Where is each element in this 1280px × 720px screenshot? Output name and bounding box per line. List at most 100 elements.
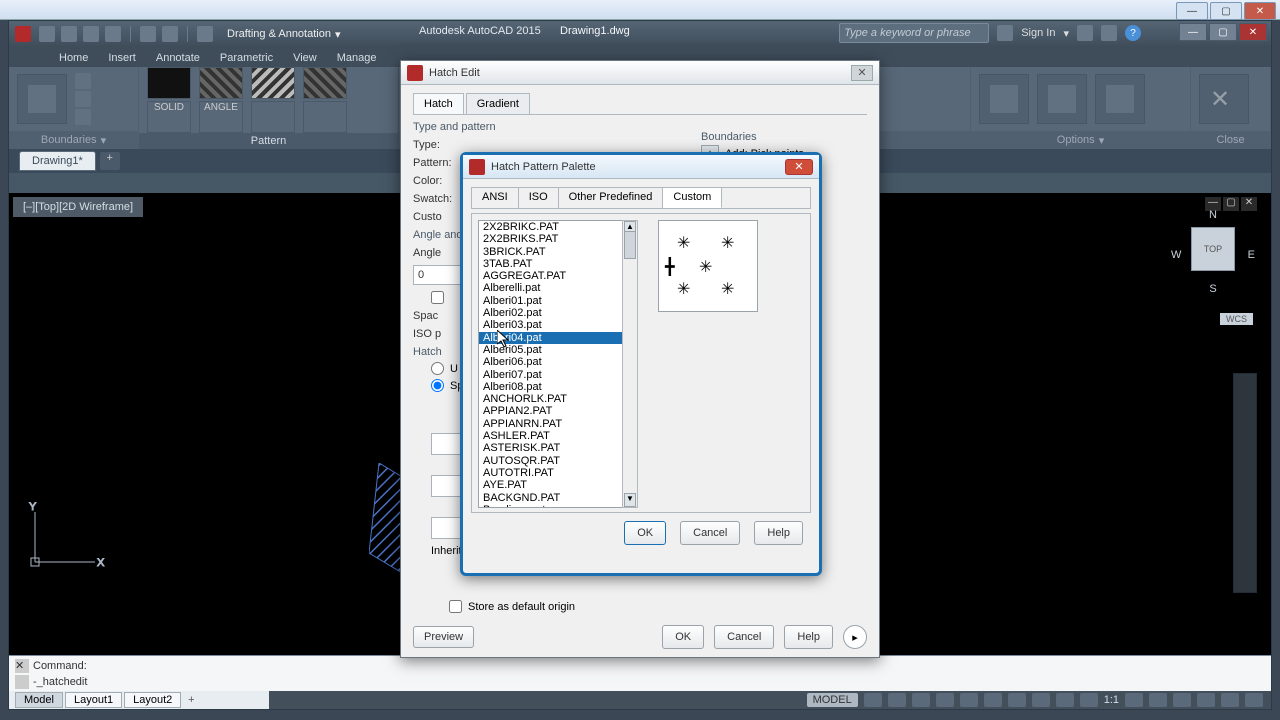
status-gear-icon[interactable] <box>1125 693 1143 707</box>
tab-model[interactable]: Model <box>15 692 63 708</box>
qat-undo-icon[interactable] <box>140 26 156 42</box>
pickpoints-button[interactable] <box>17 74 67 124</box>
store-default-checkbox[interactable] <box>449 600 462 613</box>
qat-saveas-icon[interactable] <box>105 26 121 42</box>
list-item[interactable]: AUTOTRI.PAT <box>479 467 637 479</box>
hpp-tab-custom[interactable]: Custom <box>663 188 722 208</box>
tab-home[interactable]: Home <box>49 49 98 67</box>
os-max-button[interactable]: ▢ <box>1210 2 1242 20</box>
list-item[interactable]: Alberi08.pat <box>479 381 637 393</box>
status-transp-icon[interactable] <box>1032 693 1050 707</box>
a360-icon[interactable] <box>1101 25 1117 41</box>
qat-new-icon[interactable] <box>39 26 55 42</box>
list-item[interactable]: ASHLER.PAT <box>479 430 637 442</box>
viewcube-face[interactable]: TOP <box>1191 227 1235 271</box>
list-item[interactable]: BACKGND.PAT <box>479 492 637 504</box>
list-item[interactable]: Alberi01.pat <box>479 295 637 307</box>
tab-parametric[interactable]: Parametric <box>210 49 283 67</box>
new-tab-button[interactable]: + <box>100 152 120 170</box>
status-lwt-icon[interactable] <box>1008 693 1026 707</box>
list-item[interactable]: AUTOSQR.PAT <box>479 455 637 467</box>
hatch-edit-close-button[interactable]: ✕ <box>851 65 873 81</box>
status-ann-icon[interactable] <box>1149 693 1167 707</box>
origin-specified-radio[interactable] <box>431 379 444 392</box>
tab-view[interactable]: View <box>283 49 327 67</box>
list-item[interactable]: ANCHORLK.PAT <box>479 393 637 405</box>
select-icon[interactable] <box>75 73 91 89</box>
status-snap-icon[interactable] <box>888 693 906 707</box>
scroll-thumb[interactable] <box>624 231 636 259</box>
hatch-cancel-button[interactable]: Cancel <box>714 625 774 649</box>
pattern-scrollbar[interactable]: ▲ ▼ <box>622 220 638 508</box>
os-min-button[interactable]: — <box>1176 2 1208 20</box>
list-item[interactable]: AGGREGAT.PAT <box>479 270 637 282</box>
list-item[interactable]: Alberelli.pat <box>479 282 637 294</box>
app-min-button[interactable]: — <box>1179 23 1207 41</box>
tab-annotate[interactable]: Annotate <box>146 49 210 67</box>
exchange-icon[interactable] <box>1077 25 1093 41</box>
viewport-label[interactable]: [–][Top][2D Wireframe] <box>13 197 143 217</box>
navigation-bar[interactable] <box>1233 373 1257 593</box>
list-item[interactable]: 2X2BRIKC.PAT <box>479 221 637 233</box>
qat-save-icon[interactable] <box>83 26 99 42</box>
app-close-button[interactable]: ✕ <box>1239 23 1267 41</box>
status-grid-icon[interactable] <box>864 693 882 707</box>
status-scale[interactable]: 1:1 <box>1104 694 1119 706</box>
status-otrack-icon[interactable] <box>984 693 1002 707</box>
hpp-cancel-button[interactable]: Cancel <box>680 521 740 545</box>
add-layout-button[interactable]: + <box>183 694 199 706</box>
close-hatch-button[interactable]: ✕ <box>1199 74 1249 124</box>
status-sc-icon[interactable] <box>1080 693 1098 707</box>
status-qp-icon[interactable] <box>1056 693 1074 707</box>
ribbon-btn-a[interactable] <box>979 74 1029 124</box>
ribbon-btn-c[interactable] <box>1095 74 1145 124</box>
list-item[interactable]: Alberi06.pat <box>479 356 637 368</box>
status-iso-icon[interactable] <box>1173 693 1191 707</box>
status-model-button[interactable]: MODEL <box>807 693 858 707</box>
pattern-list[interactable]: 2X2BRIKC.PAT2X2BRIKS.PAT3BRICK.PAT3TAB.P… <box>478 220 638 508</box>
list-item[interactable]: Alberi02.pat <box>479 307 637 319</box>
hpp-tab-iso[interactable]: ISO <box>519 188 559 208</box>
list-item[interactable]: 3TAB.PAT <box>479 258 637 270</box>
expand-arrow-button[interactable]: ▸ <box>843 625 867 649</box>
hatch-help-button[interactable]: Help <box>784 625 833 649</box>
pattern-solid[interactable] <box>147 67 191 99</box>
pattern-ansi31[interactable] <box>251 67 295 99</box>
list-item[interactable]: AYE.PAT <box>479 479 637 491</box>
signin-label[interactable]: Sign In <box>1021 27 1055 39</box>
ribbon-btn-b[interactable] <box>1037 74 1087 124</box>
status-osnap-icon[interactable] <box>960 693 978 707</box>
tab-manage[interactable]: Manage <box>327 49 387 67</box>
status-ortho-icon[interactable] <box>912 693 930 707</box>
tab-hatch[interactable]: Hatch <box>413 93 464 114</box>
remove-icon[interactable] <box>75 91 91 107</box>
pattern-ansi32[interactable] <box>303 67 347 99</box>
list-item[interactable]: Alberi07.pat <box>479 369 637 381</box>
list-item[interactable]: APPIANRN.PAT <box>479 418 637 430</box>
list-item[interactable]: APPIAN2.PAT <box>479 405 637 417</box>
double-checkbox[interactable] <box>431 291 444 304</box>
help-icon[interactable]: ? <box>1125 25 1141 41</box>
hpp-close-button[interactable]: ✕ <box>785 159 813 175</box>
hpp-tab-ansi[interactable]: ANSI <box>472 188 519 208</box>
status-clean-icon[interactable] <box>1221 693 1239 707</box>
hpp-help-button[interactable]: Help <box>754 521 803 545</box>
tab-gradient[interactable]: Gradient <box>466 93 530 114</box>
tab-layout2[interactable]: Layout2 <box>124 692 181 708</box>
status-polar-icon[interactable] <box>936 693 954 707</box>
command-line[interactable]: ✕Command: -_hatchedit <box>9 655 1271 691</box>
preview-button[interactable]: Preview <box>413 626 474 648</box>
hpp-ok-button[interactable]: OK <box>624 521 666 545</box>
list-item[interactable]: Bandiere.pat <box>479 504 637 508</box>
origin-current-radio[interactable] <box>431 362 444 375</box>
tab-layout1[interactable]: Layout1 <box>65 692 122 708</box>
app-logo-icon[interactable] <box>15 26 31 42</box>
cmd-close-icon[interactable]: ✕ <box>15 659 29 673</box>
os-close-button[interactable]: ✕ <box>1244 2 1276 20</box>
wcs-label[interactable]: WCS <box>1220 313 1253 325</box>
app-max-button[interactable]: ▢ <box>1209 23 1237 41</box>
workspace-dropdown[interactable]: Drafting & Annotation ▾ <box>227 28 341 41</box>
hpp-tab-other[interactable]: Other Predefined <box>559 188 664 208</box>
tab-insert[interactable]: Insert <box>98 49 146 67</box>
status-custom-icon[interactable] <box>1245 693 1263 707</box>
